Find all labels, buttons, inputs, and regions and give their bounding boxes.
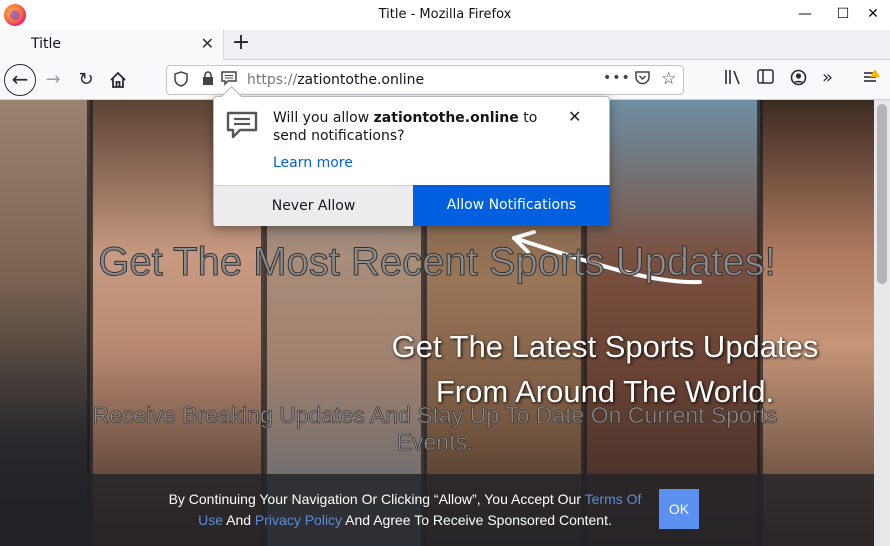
back-button[interactable]: ←: [4, 64, 36, 96]
address-bar[interactable]: https://zationtothe.online ••• ☆: [166, 65, 684, 95]
title-bar: Title - Mozilla Firefox — ☐ ✕: [0, 0, 890, 30]
close-window-button[interactable]: ✕: [856, 0, 890, 30]
ok-button[interactable]: OK: [659, 489, 699, 529]
home-button[interactable]: [103, 65, 133, 95]
close-popup-icon[interactable]: ✕: [568, 107, 581, 126]
forward-button[interactable]: →: [38, 65, 68, 95]
nav-bar: ← → ↻ https://zationtothe.online ••• ☆ »: [0, 60, 890, 100]
tab-label: Title: [31, 36, 62, 52]
app-menu-icon[interactable]: [862, 69, 880, 89]
consent-bar: By Continuing Your Navigation Or Clickin…: [0, 474, 874, 546]
consent-text: By Continuing Your Navigation Or Clickin…: [168, 491, 642, 528]
account-icon[interactable]: [790, 69, 807, 90]
page-subheadline: Get The Latest Sports Updates From Aroun…: [391, 329, 819, 409]
window-title: Title - Mozilla Firefox: [378, 7, 512, 22]
new-tab-button[interactable]: +: [230, 31, 252, 57]
page-description: Receive Breaking Updates And Stay Up To …: [92, 402, 778, 456]
scrollbar-thumb[interactable]: [877, 104, 887, 284]
allow-notifications-button[interactable]: Allow Notifications: [413, 185, 610, 226]
overflow-menu-icon[interactable]: »: [822, 67, 833, 88]
learn-more-link[interactable]: Learn more: [273, 155, 353, 171]
library-icon[interactable]: [724, 69, 742, 89]
page-headline: Get The Most Recent Sports Updates!: [98, 240, 776, 285]
minimize-button[interactable]: —: [788, 0, 822, 30]
popup-message: Will you allow zationtothe.online to sen…: [273, 110, 538, 144]
shield-icon[interactable]: [174, 71, 188, 91]
bookmark-star-icon[interactable]: ☆: [661, 69, 676, 89]
tab-bar: Title ✕ +: [0, 30, 890, 60]
tab-title[interactable]: Title ✕: [0, 30, 224, 60]
tab-close-icon[interactable]: ✕: [201, 34, 214, 53]
never-allow-button[interactable]: Never Allow: [214, 185, 413, 226]
sidebar-icon[interactable]: [757, 69, 774, 88]
page-actions-icon[interactable]: •••: [603, 70, 631, 86]
notification-chat-icon: [226, 111, 258, 139]
home-icon: [110, 71, 126, 88]
notification-permission-popup: Will you allow zationtothe.online to sen…: [213, 96, 610, 226]
pocket-icon[interactable]: [635, 71, 650, 89]
reload-button[interactable]: ↻: [71, 65, 101, 95]
lock-icon[interactable]: [202, 71, 214, 90]
privacy-policy-link[interactable]: Privacy Policy: [255, 512, 342, 528]
browser-window: Title - Mozilla Firefox — ☐ ✕ Title ✕ + …: [0, 0, 890, 546]
maximize-button[interactable]: ☐: [826, 0, 860, 30]
url-text[interactable]: https://zationtothe.online: [247, 72, 424, 88]
